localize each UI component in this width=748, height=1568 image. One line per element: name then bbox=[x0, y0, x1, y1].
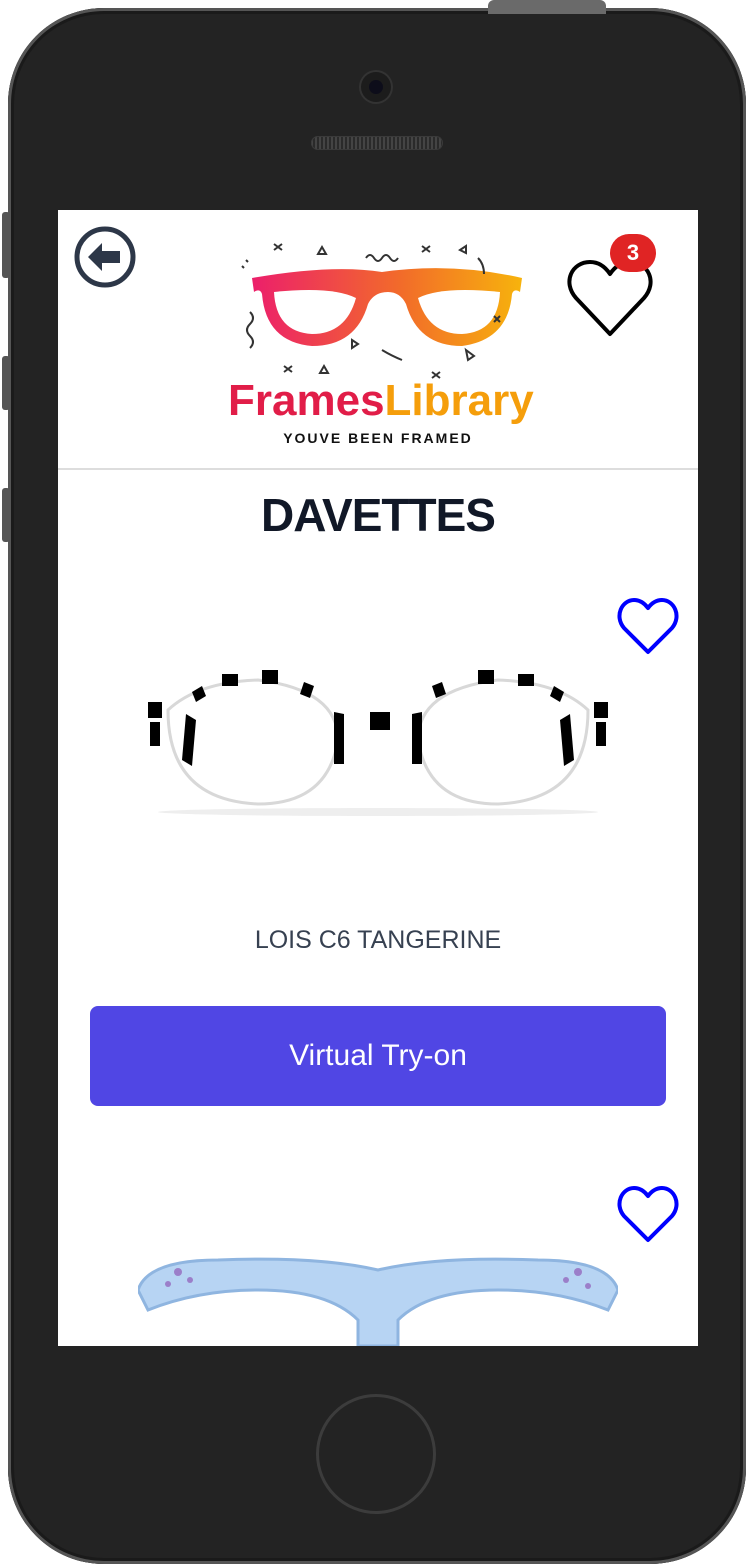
wishlist-count-badge: 3 bbox=[610, 234, 656, 272]
brand-name: FramesLibrary bbox=[228, 376, 534, 426]
product-image-lois-c6[interactable] bbox=[138, 650, 618, 830]
back-arrow-icon[interactable] bbox=[74, 226, 136, 288]
volume-up-button bbox=[2, 356, 10, 410]
page-title: DAVETTES bbox=[261, 489, 496, 541]
product-name: LOIS C6 TANGERINE bbox=[254, 926, 502, 954]
front-camera bbox=[361, 72, 391, 102]
brand-name-part1: Frames bbox=[228, 376, 385, 425]
volume-down-button bbox=[2, 488, 10, 542]
earpiece-speaker bbox=[311, 136, 443, 150]
brand-name-part2: Library bbox=[384, 376, 534, 425]
home-button[interactable] bbox=[316, 1394, 436, 1514]
brand-tagline: YOUVE BEEN FRAMED bbox=[283, 430, 473, 446]
favorite-heart-icon[interactable] bbox=[616, 1184, 680, 1244]
app-header: FramesLibrary YOUVE BEEN FRAMED 3 bbox=[58, 210, 698, 470]
favorite-heart-icon[interactable] bbox=[616, 596, 680, 656]
power-button bbox=[488, 0, 606, 14]
product-image-blue-frame[interactable] bbox=[138, 1250, 618, 1346]
mute-switch bbox=[2, 212, 10, 278]
app-screen: FramesLibrary YOUVE BEEN FRAMED 3 DAVETT… bbox=[58, 210, 698, 1346]
virtual-try-on-button[interactable]: Virtual Try-on bbox=[90, 1006, 666, 1106]
